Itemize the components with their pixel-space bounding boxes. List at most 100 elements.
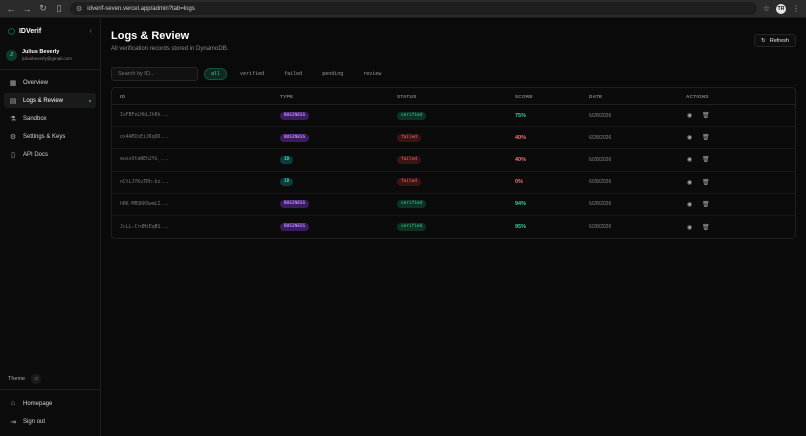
view-eye-icon[interactable]: ◉ [686,156,693,163]
grid-icon: ▦ [9,79,17,87]
type-badge: ID [280,155,294,164]
delete-trash-icon[interactable]: 🗑 [702,201,710,208]
forward-icon[interactable]: → [22,4,32,14]
page-subtitle: All verification records stored in Dynam… [111,46,229,52]
table-row[interactable]: euxsOtaWEh2YG_... ID failed 40% 6/28/202… [112,149,795,172]
sidebar-item-label: Sandbox [23,115,47,122]
record-id: JcLL-CrdMiEqBS... [120,224,170,230]
book-icon: ▯ [11,151,15,159]
bookmark-star-icon[interactable]: ☆ [763,4,770,13]
theme-label: Theme [8,376,26,382]
column-header-actions: ACTIONS [686,93,709,99]
logout-icon: ⇥ [10,418,16,426]
active-indicator [89,99,91,102]
table-row[interactable]: hRK-MBSKK0wmLI... BUSINESS verified 94% … [112,194,795,216]
sidebar-footer: Theme ☼ ⌂ Homepage ⇥ Sign out [0,369,100,436]
document-icon: ▤ [9,97,17,105]
filter-chip-all[interactable]: all [204,68,228,80]
site-settings-icon[interactable]: ⚙ [76,5,82,13]
reload-icon[interactable]: ↻ [38,3,48,14]
view-eye-icon[interactable]: ◉ [686,201,693,208]
delete-trash-icon[interactable]: 🗑 [702,179,710,186]
view-eye-icon[interactable]: ◉ [686,112,693,119]
address-text: idverif-seven.vercel.app/admin?tab=logs [87,5,195,12]
status-badge: verified [397,111,427,120]
column-header-score[interactable]: SCORE [515,94,589,99]
sidebar-item-sign-out[interactable]: ⇥ Sign out [4,414,96,429]
filter-chip-pending[interactable]: pending [315,68,350,80]
user-name: Julius Beverly [22,49,60,55]
column-header-status[interactable]: STATUS [397,94,515,99]
table-row[interactable]: IoFBFeLHbLJhRh... BUSINESS verified 75% … [112,105,795,128]
view-eye-icon[interactable]: ◉ [686,134,693,141]
sidebar-item-label: API Docs [23,151,49,158]
app-shell: ⬡ IDVerif ‹ J Julius Beverly juliusbever… [0,18,806,436]
status-badge: verified [397,200,427,209]
type-badge: ID [280,178,294,187]
refresh-icon: ↻ [761,37,766,44]
brand: ⬡ IDVerif ‹ [0,18,100,44]
delete-trash-icon[interactable]: 🗑 [702,134,710,141]
search-input[interactable]: Search by ID... [111,67,198,81]
status-badge: failed [397,178,421,187]
sidebar-item-label: Logs & Review [23,97,64,104]
score-value: 0% [515,179,523,186]
date-value: 6/28/2026 [589,112,612,119]
gear-icon: ⚙ [9,133,17,141]
sidebar-item-logs-review[interactable]: ▤ Logs & Review [4,93,96,108]
logs-table: ID TYPE STATUS SCORE DATE ACTIONS IoFBFe… [111,87,796,240]
table-header: ID TYPE STATUS SCORE DATE ACTIONS [112,88,795,105]
filter-chip-verified[interactable]: verified [233,68,271,80]
score-value: 95% [515,224,527,231]
delete-trash-icon[interactable]: 🗑 [702,224,710,231]
view-eye-icon[interactable]: ◉ [686,179,693,186]
sidebar: ⬡ IDVerif ‹ J Julius Beverly juliusbever… [0,18,101,436]
delete-trash-icon[interactable]: 🗑 [702,112,710,119]
column-header-date[interactable]: DATE [589,94,686,99]
sidebar-item-overview[interactable]: ▦ Overview [4,75,96,90]
column-header-id[interactable]: ID [112,94,280,99]
filter-chip-failed[interactable]: failed [277,68,309,80]
status-badge: verified [397,223,427,232]
browser-toolbar: ← → ↻ ▯ ⚙ idverif-seven.vercel.app/admin… [0,0,806,18]
table-row[interactable]: JcLL-CrdMiEqBS... BUSINESS verified 95% … [112,216,795,238]
column-header-type[interactable]: TYPE [280,94,397,99]
date-value: 6/28/2026 [589,134,612,141]
theme-toggle-icon[interactable]: ☼ [31,374,42,384]
type-badge: BUSINESS [280,223,310,232]
sidebar-item-homepage[interactable]: ⌂ Homepage [4,396,96,411]
sidebar-item-label: Sign out [23,418,46,425]
delete-trash-icon[interactable]: 🗑 [702,156,710,163]
sidepanel-icon[interactable]: ▯ [54,3,64,14]
score-value: 40% [515,156,527,163]
sidebar-bottom-links: ⌂ Homepage ⇥ Sign out [0,389,100,436]
view-eye-icon[interactable]: ◉ [686,224,693,231]
more-menu-icon[interactable]: ⋮ [792,4,800,13]
collapse-sidebar-icon[interactable]: ‹ [90,28,92,35]
type-badge: BUSINESS [280,200,310,209]
record-id: nCtLJYKuTRh-bz... [120,179,170,185]
avatar: J [6,49,17,61]
record-id: euxsOtaWEh2YG_... [120,157,170,163]
table-row[interactable]: nCtLJYKuTRh-bz... ID failed 0% 6/28/2026… [112,172,795,194]
refresh-button[interactable]: ↻ Refresh [754,34,796,47]
profile-avatar[interactable]: TR [776,3,786,14]
record-id: ox4AMInEiJKqDD... [120,135,170,141]
filter-bar: Search by ID... all verified failed pend… [111,67,796,81]
back-icon[interactable]: ← [6,4,16,14]
sidebar-item-label: Overview [23,79,49,86]
flask-icon: ⚗ [9,115,17,123]
sidebar-item-sandbox[interactable]: ⚗ Sandbox [4,111,96,126]
theme-row: Theme ☼ [0,369,100,389]
sidebar-item-label: Settings & Keys [23,133,66,140]
home-icon: ⌂ [10,400,16,407]
table-row[interactable]: ox4AMInEiJKqDD... BUSINESS failed 40% 6/… [112,127,795,150]
sidebar-nav: ▦ Overview ▤ Logs & Review ⚗ Sandbox ⚙ S… [0,73,100,167]
filter-chip-review[interactable]: review [356,68,388,80]
sidebar-item-api-docs[interactable]: ▯ API Docs [4,147,96,162]
sidebar-item-settings-keys[interactable]: ⚙ Settings & Keys [4,129,96,144]
score-value: 75% [515,112,527,119]
score-value: 94% [515,201,527,208]
address-bar[interactable]: ⚙ idverif-seven.vercel.app/admin?tab=log… [70,2,757,15]
sidebar-item-label: Homepage [23,400,53,407]
